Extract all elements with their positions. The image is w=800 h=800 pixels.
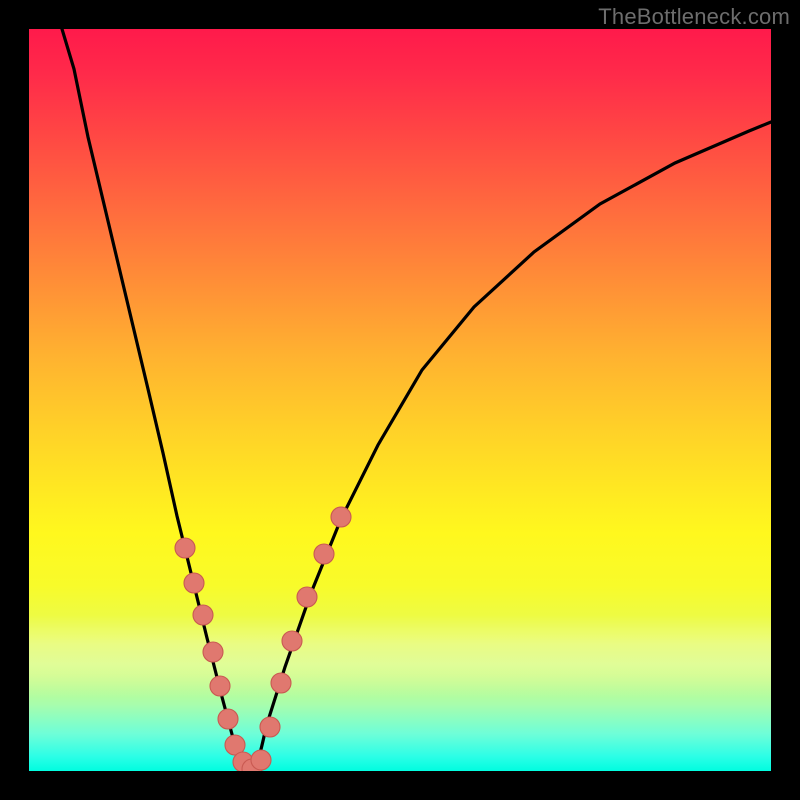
marker xyxy=(282,631,302,651)
marker xyxy=(203,642,223,662)
marker xyxy=(193,605,213,625)
plot-area xyxy=(29,29,771,771)
watermark-text: TheBottleneck.com xyxy=(598,4,790,30)
marker xyxy=(260,717,280,737)
marker-group xyxy=(175,507,351,771)
chart-svg xyxy=(29,29,771,771)
marker xyxy=(331,507,351,527)
frame: TheBottleneck.com xyxy=(0,0,800,800)
marker xyxy=(271,673,291,693)
marker xyxy=(297,587,317,607)
marker xyxy=(251,750,271,770)
marker xyxy=(184,573,204,593)
marker xyxy=(218,709,238,729)
marker xyxy=(175,538,195,558)
curve-left xyxy=(62,29,252,771)
marker xyxy=(314,544,334,564)
curve-right xyxy=(252,122,771,771)
marker xyxy=(210,676,230,696)
